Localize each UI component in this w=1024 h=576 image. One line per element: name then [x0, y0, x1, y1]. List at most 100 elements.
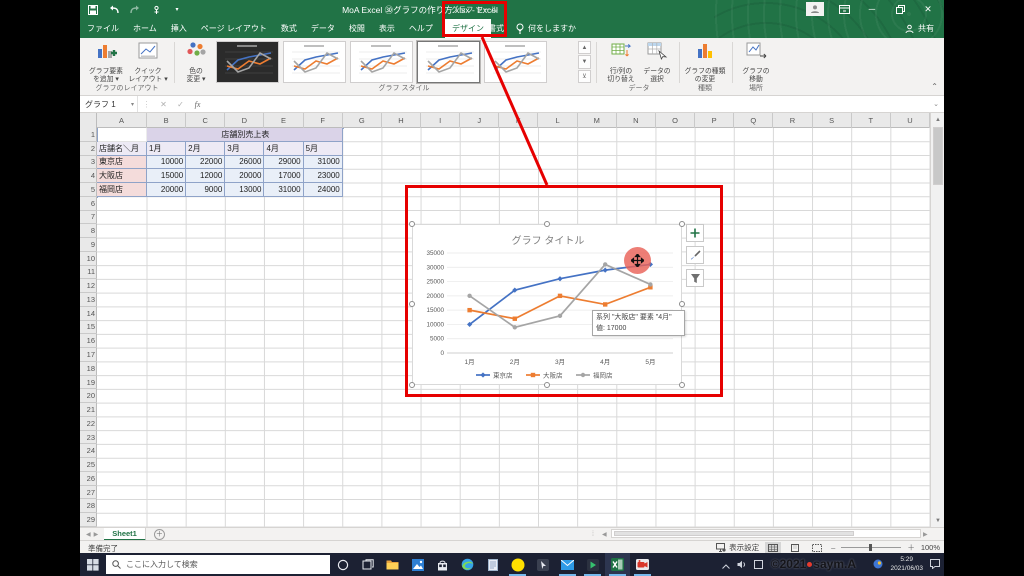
column-header-F[interactable]: F [304, 113, 343, 128]
row-header-6[interactable]: 6 [80, 197, 97, 211]
column-header-U[interactable]: U [891, 113, 930, 128]
column-header-D[interactable]: D [225, 113, 265, 128]
restore-button[interactable] [892, 2, 908, 16]
vertical-scrollbar[interactable]: ▲ ▼ [930, 113, 944, 527]
table-value-cell[interactable]: 31000 [264, 183, 304, 197]
row-header-27[interactable]: 27 [80, 486, 97, 500]
row-header-8[interactable]: 8 [80, 224, 97, 239]
change-colors-button[interactable]: 色の 変更 ▾ [176, 41, 216, 85]
select-all-corner[interactable] [80, 113, 97, 128]
action-center-icon[interactable] [930, 556, 940, 574]
ime-icon[interactable] [754, 556, 764, 574]
column-header-J[interactable]: J [460, 113, 500, 128]
column-header-A[interactable]: A [97, 113, 147, 128]
table-value-cell[interactable]: 31000 [303, 155, 343, 170]
name-box[interactable]: グラフ 1 ▾ [80, 96, 138, 112]
row-header-3[interactable]: 3 [80, 156, 97, 170]
tab-7[interactable]: 表示 [372, 19, 402, 38]
formula-bar-expand-icon[interactable]: ⌄ [928, 100, 944, 108]
row-header-29[interactable]: 29 [80, 513, 97, 527]
table-value-cell[interactable]: 10000 [147, 155, 187, 170]
quick-layout-button[interactable]: クイック レイアウト ▾ [128, 41, 168, 85]
row-header-11[interactable]: 11 [80, 266, 97, 280]
chart-handle[interactable] [679, 382, 685, 388]
column-header-T[interactable]: T [852, 113, 891, 128]
new-sheet-icon[interactable]: ＋ [153, 528, 165, 540]
chart-styles-button[interactable] [686, 246, 704, 264]
tell-me-box[interactable]: 何をしますか [516, 19, 576, 38]
select-data-button[interactable]: データの 選択 [637, 41, 677, 85]
table-store-cell[interactable]: 福岡店 [97, 183, 147, 197]
row-header-10[interactable]: 10 [80, 252, 97, 266]
page-break-view-button[interactable] [809, 542, 825, 553]
chart-handle[interactable] [409, 221, 415, 227]
column-headers[interactable]: ABCDEFGHIJKLMNOPQRSTU [80, 113, 930, 128]
row-header-7[interactable]: 7 [80, 211, 97, 225]
tab-8[interactable]: ヘルプ [402, 19, 440, 38]
chart-elements-button[interactable] [686, 224, 704, 242]
table-store-cell[interactable]: 大阪店 [97, 169, 147, 184]
table-value-cell[interactable]: 26000 [225, 155, 265, 170]
table-value-cell[interactable]: 23000 [303, 169, 343, 184]
cancel-icon[interactable]: ✕ [155, 100, 172, 109]
ime-mode-icon[interactable] [873, 556, 883, 574]
touch-mode-icon[interactable] [149, 3, 163, 16]
row-header-25[interactable]: 25 [80, 458, 97, 472]
column-header-C[interactable]: C [186, 113, 226, 128]
row-header-24[interactable]: 24 [80, 444, 97, 459]
tray-chevron-up-icon[interactable] [722, 556, 731, 574]
column-header-M[interactable]: M [578, 113, 617, 128]
row-header-23[interactable]: 23 [80, 431, 97, 445]
gallery-down-icon[interactable]: ▼ [578, 55, 591, 69]
row-header-20[interactable]: 20 [80, 389, 97, 404]
zoom-in-icon[interactable]: ＋ [907, 542, 915, 553]
table-month-header[interactable]: 3月 [225, 141, 265, 156]
row-header-19[interactable]: 19 [80, 376, 97, 390]
table-value-cell[interactable]: 22000 [186, 155, 226, 170]
column-header-B[interactable]: B [147, 113, 187, 128]
table-value-cell[interactable]: 29000 [264, 155, 304, 170]
display-settings-button[interactable]: 表示設定 [716, 542, 759, 553]
row-header-4[interactable]: 4 [80, 169, 97, 184]
add-chart-element-button[interactable]: グラフ要素 を追加 ▾ [86, 41, 126, 85]
table-title-cell[interactable]: 店舗別売上表 [147, 128, 343, 142]
zoom-slider[interactable] [841, 544, 902, 551]
column-header-P[interactable]: P [695, 113, 735, 128]
speaker-icon[interactable] [737, 556, 747, 574]
excel-taskbar-icon[interactable] [605, 553, 630, 576]
chart-filters-button[interactable] [686, 269, 704, 287]
chart-handle[interactable] [409, 301, 415, 307]
chart-handle[interactable] [544, 382, 550, 388]
column-header-E[interactable]: E [264, 113, 304, 128]
sheet-nav-left-icon[interactable]: ◀ [86, 531, 91, 538]
zoom-out-icon[interactable]: – [831, 543, 835, 552]
switch-row-column-button[interactable]: 行/列の 切り替え [601, 41, 641, 85]
task-view-icon[interactable] [355, 553, 380, 576]
redo-icon[interactable] [128, 3, 142, 16]
scroll-up-icon[interactable]: ▲ [931, 113, 945, 126]
hscroll-left-icon[interactable]: ◀ [602, 531, 607, 538]
horizontal-scrollbar[interactable] [611, 529, 921, 538]
camera-recorder-icon[interactable] [630, 553, 655, 576]
row-header-22[interactable]: 22 [80, 417, 97, 431]
qat-customize-icon[interactable]: ▾ [170, 3, 184, 16]
table-month-header[interactable]: 2月 [186, 141, 226, 156]
photos-icon[interactable] [405, 553, 430, 576]
formula-input[interactable] [206, 96, 928, 112]
column-header-L[interactable]: L [539, 113, 578, 128]
vscroll-thumb[interactable] [933, 127, 943, 185]
hscroll-right-icon[interactable]: ▶ [923, 531, 928, 538]
chart-style-thumbnail-4[interactable] [417, 41, 480, 83]
row-header-1[interactable]: 1 [80, 128, 97, 142]
tab-format[interactable]: 書式 [481, 19, 511, 38]
row-header-28[interactable]: 28 [80, 499, 97, 514]
tab-1[interactable]: ホーム [126, 19, 164, 38]
insert-function-icon[interactable]: fx [189, 100, 206, 109]
row-header-17[interactable]: 17 [80, 348, 97, 362]
column-header-G[interactable]: G [343, 113, 382, 128]
zoom-slider-thumb[interactable] [869, 544, 873, 551]
store-icon[interactable] [430, 553, 455, 576]
tab-2[interactable]: 挿入 [164, 19, 194, 38]
share-button[interactable]: 共有 [905, 19, 934, 38]
undo-icon[interactable] [107, 3, 121, 16]
